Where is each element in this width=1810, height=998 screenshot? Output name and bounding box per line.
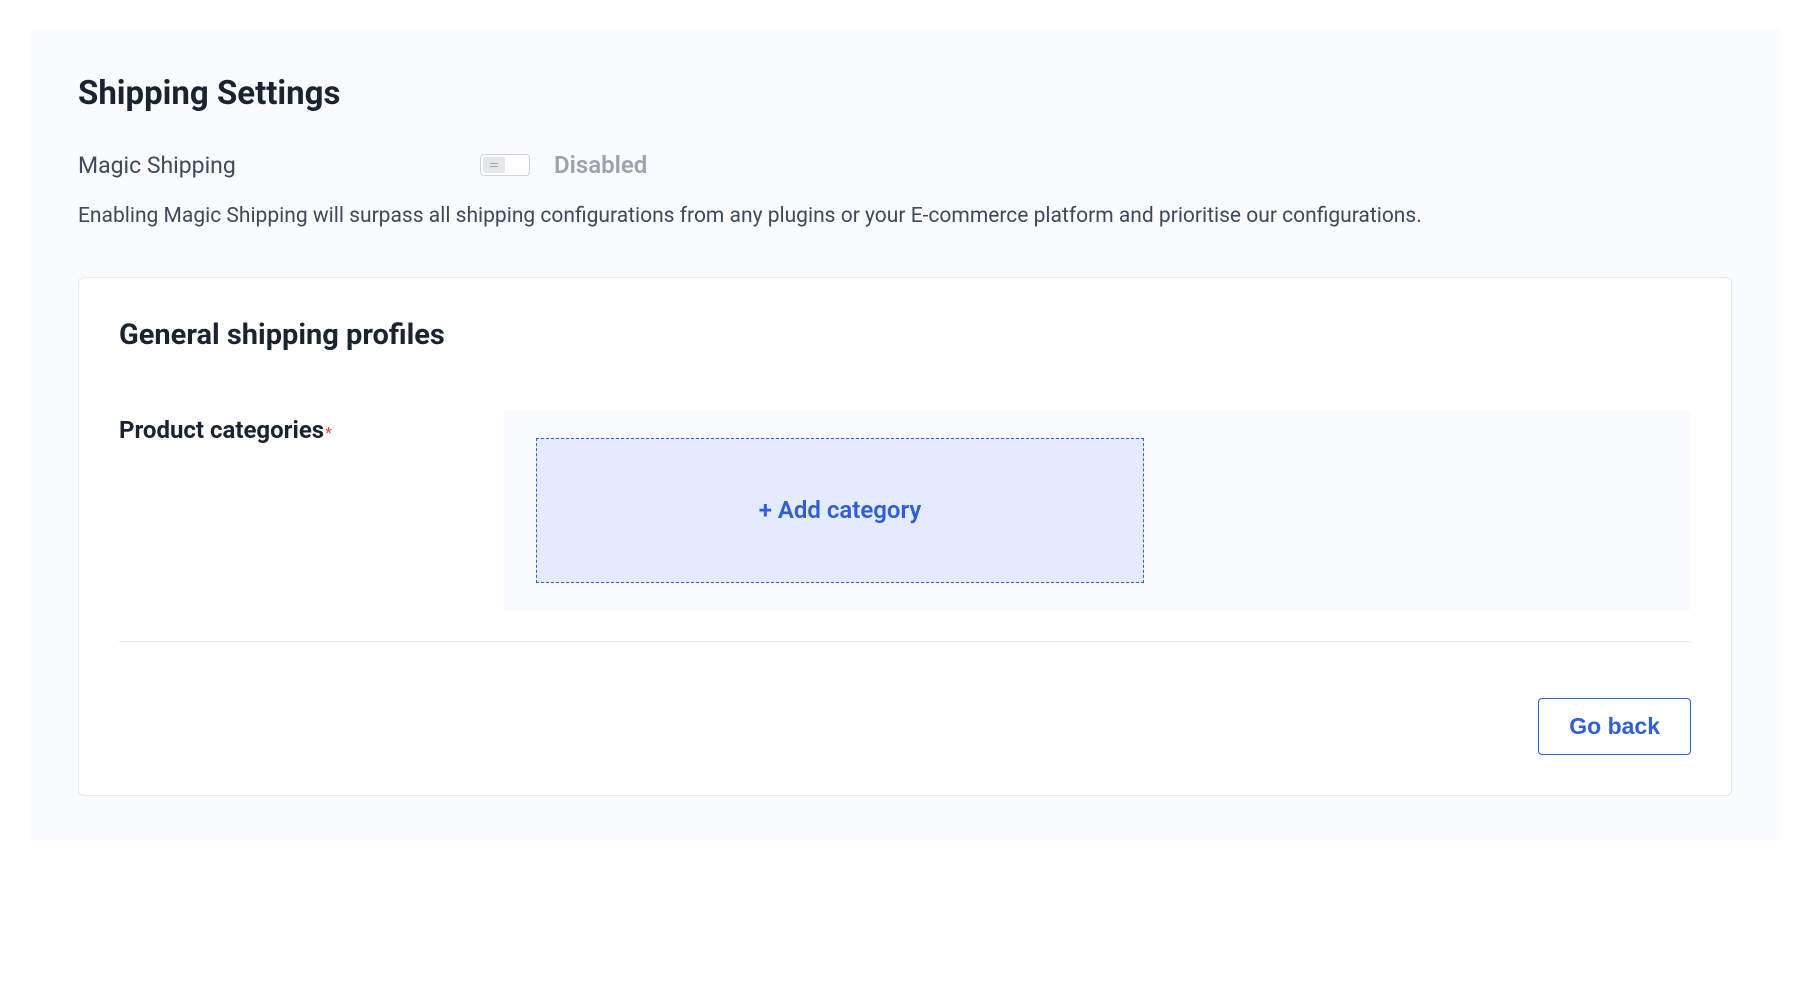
add-category-button[interactable]: + Add category (536, 438, 1144, 583)
magic-shipping-row: Magic Shipping Disabled (78, 151, 1732, 179)
magic-shipping-status: Disabled (554, 151, 647, 179)
required-indicator: * (325, 423, 332, 442)
toggle-handle-icon (483, 157, 505, 173)
settings-page: Shipping Settings Magic Shipping Disable… (30, 30, 1780, 840)
go-back-button[interactable]: Go back (1538, 698, 1691, 755)
magic-shipping-toggle[interactable] (480, 154, 530, 176)
page-title: Shipping Settings (78, 74, 1732, 113)
shipping-profiles-card: General shipping profiles Product catego… (78, 277, 1732, 796)
section-divider (119, 641, 1691, 642)
card-title: General shipping profiles (119, 318, 1691, 352)
product-categories-label: Product categories (119, 416, 324, 444)
magic-shipping-label: Magic Shipping (78, 152, 480, 179)
magic-shipping-description: Enabling Magic Shipping will surpass all… (78, 201, 1732, 233)
add-category-label: + Add category (759, 496, 922, 524)
card-footer: Go back (119, 698, 1691, 755)
product-categories-label-wrap: Product categories* (119, 410, 504, 444)
product-categories-row: Product categories* + Add category (119, 410, 1691, 611)
product-categories-content: + Add category (504, 410, 1691, 611)
